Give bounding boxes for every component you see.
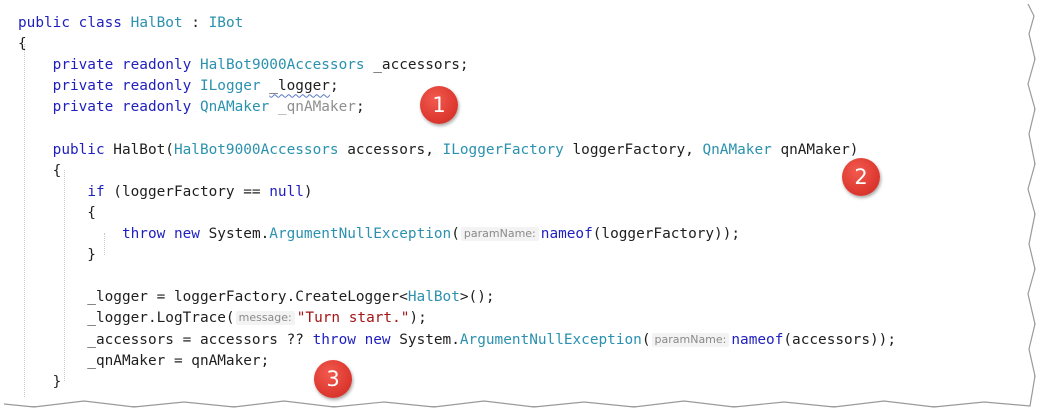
code-token: } <box>18 373 62 390</box>
code-line: private readonly QnAMaker _qnAMaker; <box>18 97 365 118</box>
code-token: ILogger <box>199 78 261 95</box>
code-token: System. <box>390 331 460 348</box>
code-token: loggerFactory, <box>563 141 703 158</box>
code-line: } <box>18 245 96 266</box>
code-editor-panel: public class HalBot : IBot { private read… <box>4 4 1034 406</box>
code-token: HalBot9000Accessors <box>173 141 339 158</box>
code-token: ) <box>303 183 313 200</box>
code-token: (loggerFactory)); <box>592 226 741 242</box>
code-token: _logger = loggerFactory.CreateLogger< <box>18 289 408 306</box>
code-token: HalBot <box>130 15 183 31</box>
code-token: public <box>18 15 70 31</box>
code-token: readonly <box>121 99 192 116</box>
code-token: HalBot( <box>104 141 174 158</box>
code-token: new <box>364 331 391 348</box>
callout-badge-3: 3 <box>314 360 352 398</box>
code-token: _accessors = accessors ?? <box>18 331 313 348</box>
code-token: if <box>87 183 105 200</box>
code-line: { <box>18 161 62 182</box>
callout-badge-1: 1 <box>420 86 458 124</box>
code-token: readonly <box>121 57 192 74</box>
code-token: nameof <box>731 331 784 348</box>
code-token: ( <box>451 226 460 242</box>
code-line: _logger = loggerFactory.CreateLogger<Hal… <box>18 287 495 308</box>
callout-badge-2: 2 <box>842 158 880 196</box>
code-line: if (loggerFactory == null) <box>18 182 313 203</box>
code-token: (accessors)); <box>783 331 897 348</box>
code-token: null <box>269 183 304 200</box>
code-line: { <box>18 34 27 55</box>
code-token: ( <box>641 331 651 348</box>
code-token: IBot <box>208 15 244 31</box>
code-line: { <box>18 203 96 224</box>
code-line: throw new System.ArgumentNullException(p… <box>18 224 740 245</box>
code-token: ); <box>409 310 427 327</box>
code-token: System. <box>199 226 270 242</box>
code-token: _qnAMaker = qnAMaker; <box>18 352 270 369</box>
code-token: ArgumentNullException <box>269 226 452 242</box>
code-token: : <box>182 15 209 31</box>
code-token: QnAMaker <box>199 99 270 116</box>
code-token: private <box>52 78 114 95</box>
code-token: QnAMaker <box>702 141 772 158</box>
code-token: ILoggerFactory <box>442 141 564 158</box>
code-line: } <box>18 372 62 393</box>
code-token: } <box>18 247 96 264</box>
code-token: new <box>173 226 200 242</box>
code-token: class <box>78 15 122 31</box>
parameter-hint: message: <box>235 311 295 326</box>
code-token: _accessors; <box>364 57 469 74</box>
code-token: >(); <box>459 289 495 306</box>
code-token: ArgumentNullException <box>459 331 642 348</box>
code-line: _logger.LogTrace(message: "Turn start."); <box>18 308 427 329</box>
code-token: ; <box>329 78 339 95</box>
code-token: _logger <box>269 78 330 95</box>
parameter-hint: paramName: <box>651 332 730 347</box>
code-line: _qnAMaker = qnAMaker; <box>18 351 269 372</box>
code-token: { <box>18 162 62 179</box>
code-token: nameof <box>540 226 593 242</box>
code-token: ; <box>355 99 365 116</box>
code-token: private <box>52 57 114 74</box>
code-line: _accessors = accessors ?? throw new Syst… <box>18 330 896 351</box>
code-token: HalBot <box>407 289 460 306</box>
code-token: public <box>52 141 105 158</box>
code-token: accessors, <box>338 141 443 158</box>
code-line: private readonly HalBot9000Accessors _ac… <box>18 55 469 76</box>
code-line: private readonly ILogger _logger; <box>18 76 339 97</box>
code-token: throw <box>121 226 166 242</box>
code-line: public class HalBot : IBot <box>18 13 243 34</box>
code-token: throw <box>312 331 356 348</box>
code-token: HalBot9000Accessors <box>199 57 365 74</box>
code-token: _qnAMaker <box>277 99 356 116</box>
parameter-hint: paramName: <box>460 227 539 241</box>
code-token: qnAMaker) <box>771 141 859 158</box>
code-token: private <box>52 99 114 116</box>
code-line: public HalBot(HalBot9000Accessors access… <box>18 140 859 161</box>
code-token: "Turn start." <box>296 310 410 327</box>
code-token: readonly <box>121 78 192 95</box>
code-token: _logger.LogTrace( <box>18 310 235 327</box>
code-token: { <box>18 204 96 221</box>
code-token: { <box>18 36 27 53</box>
code-token: (loggerFactory == <box>104 183 270 200</box>
